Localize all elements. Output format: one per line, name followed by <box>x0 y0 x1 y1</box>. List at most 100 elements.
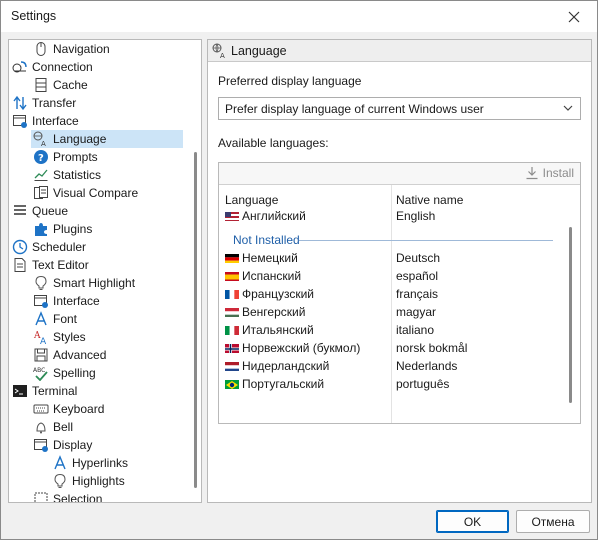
mouse-icon <box>33 41 49 57</box>
language-panel: A Language Preferred display language Pr… <box>207 39 592 503</box>
flag-hu-icon <box>225 307 239 317</box>
svg-text:ABC: ABC <box>33 367 45 374</box>
language-row[interactable]: Венгерский magyar <box>219 303 563 321</box>
tree-item-queue[interactable]: Queue <box>12 202 68 220</box>
languages-scrollbar[interactable] <box>569 227 572 403</box>
interface-icon <box>12 113 28 129</box>
svg-text:A: A <box>40 337 47 345</box>
tree-item-spelling[interactable]: ABC Spelling <box>33 364 96 382</box>
bulb-icon <box>52 473 68 489</box>
tree-item-bell[interactable]: Bell <box>33 418 73 436</box>
language-row[interactable]: Португальский português <box>219 375 563 393</box>
column-header-native-name[interactable]: Native name <box>396 193 463 207</box>
languages-toolbar: Install <box>219 163 580 185</box>
language-name: Английский <box>242 209 306 223</box>
tree-item-highlights[interactable]: Highlights <box>52 472 125 490</box>
install-button[interactable]: Install <box>525 166 574 180</box>
tree-item-selection[interactable]: Selection <box>33 490 103 503</box>
svg-text:?: ? <box>38 153 44 164</box>
tree-item-label: Keyboard <box>53 402 105 416</box>
tree-item-keyboard[interactable]: Keyboard <box>33 400 104 418</box>
tree-item-interface[interactable]: Interface <box>33 292 100 310</box>
tree-item-label: Visual Compare <box>53 186 139 200</box>
window-title: Settings <box>11 9 57 23</box>
tree-item-label: Connection <box>32 60 93 74</box>
tree-item-statistics[interactable]: Statistics <box>33 166 101 184</box>
display-icon <box>33 437 49 453</box>
tree-item-visual-compare[interactable]: Visual Compare <box>33 184 138 202</box>
language-name: Итальянский <box>242 323 314 337</box>
flag-no-icon <box>225 343 239 353</box>
language-name: Испанский <box>242 269 302 283</box>
tree-item-styles[interactable]: A A Styles <box>33 328 86 346</box>
panel-header: A Language <box>208 40 591 62</box>
selection-icon <box>33 491 49 502</box>
keyboard-icon <box>33 401 49 417</box>
tree-item-font[interactable]: Font <box>33 310 77 328</box>
terminal-icon <box>12 383 28 399</box>
tree-item-smart-highlight[interactable]: Smart Highlight <box>33 274 135 292</box>
bell-icon <box>33 419 49 435</box>
tree-scrollbar[interactable] <box>194 152 197 488</box>
tree-item-scheduler[interactable]: Scheduler <box>12 238 86 256</box>
download-icon <box>526 167 538 180</box>
group-divider <box>299 240 553 241</box>
tree-item-language[interactable]: A Language <box>31 130 183 148</box>
connection-icon <box>12 59 28 75</box>
tree-item-display[interactable]: Display <box>33 436 92 454</box>
cancel-button[interactable]: Отмена <box>516 510 590 533</box>
flag-br-icon <box>225 379 239 389</box>
native-name: magyar <box>396 305 437 319</box>
language-row[interactable]: Норвежский (букмол) norsk bokmål <box>219 339 563 357</box>
language-name: Венгерский <box>242 305 306 319</box>
native-name: español <box>396 269 439 283</box>
language-row[interactable]: Английский English <box>219 207 563 225</box>
title-bar: Settings <box>1 1 597 32</box>
display-language-dropdown[interactable]: Prefer display language of current Windo… <box>218 97 581 120</box>
tree-item-label: Prompts <box>53 150 98 164</box>
tree-item-connection[interactable]: Connection <box>12 58 93 76</box>
flag-it-icon <box>225 325 239 335</box>
tree-item-label: Selection <box>53 492 103 503</box>
tree-item-label: Styles <box>53 330 86 344</box>
close-button[interactable] <box>551 1 597 32</box>
column-header-language[interactable]: Language <box>225 193 278 207</box>
tree-item-cache[interactable]: Cache <box>33 76 88 94</box>
language-row[interactable]: Итальянский italiano <box>219 321 563 339</box>
available-languages-label: Available languages: <box>218 136 329 150</box>
tree-item-terminal[interactable]: Terminal <box>12 382 77 400</box>
chevron-down-icon <box>563 105 573 111</box>
flag-es-icon <box>225 271 239 281</box>
tree-item-label: Text Editor <box>32 258 89 272</box>
native-name: English <box>396 209 436 223</box>
tree-item-advanced[interactable]: Advanced <box>33 346 106 364</box>
queue-icon <box>12 203 28 219</box>
tree-item-label: Language <box>53 132 107 146</box>
settings-tree[interactable]: Selection Highlights Hyperlinks Display Bell… <box>8 39 202 503</box>
tree-item-interface[interactable]: Interface <box>12 112 79 130</box>
tree-item-prompts[interactable]: ? Prompts <box>33 148 98 166</box>
flag-fr-icon <box>225 289 239 299</box>
tree-item-label: Smart Highlight <box>53 276 136 290</box>
tree-item-label: Plugins <box>53 222 93 236</box>
close-icon <box>568 11 580 22</box>
language-name: Французский <box>242 287 314 301</box>
native-name: italiano <box>396 323 435 337</box>
language-row[interactable]: Немецкий Deutsch <box>219 249 563 267</box>
interface-icon <box>33 293 49 309</box>
tree-item-text-editor[interactable]: Text Editor <box>12 256 89 274</box>
languages-list[interactable]: Install Language Native name Not Install… <box>218 162 581 424</box>
compare-icon <box>33 185 49 201</box>
font-icon <box>52 455 68 471</box>
language-row[interactable]: Испанский español <box>219 267 563 285</box>
tree-item-label: Bell <box>53 420 74 434</box>
ok-button[interactable]: OK <box>436 510 509 533</box>
tree-item-hyperlinks[interactable]: Hyperlinks <box>52 454 128 472</box>
tree-item-plugins[interactable]: Plugins <box>33 220 92 238</box>
tree-item-label: Cache <box>53 78 88 92</box>
tree-item-navigation[interactable]: Navigation <box>33 40 110 58</box>
tree-item-transfer[interactable]: Transfer <box>12 94 76 112</box>
language-name: Норвежский (букмол) <box>242 341 361 355</box>
language-row[interactable]: Французский français <box>219 285 563 303</box>
language-row[interactable]: Нидерландский Nederlands <box>219 357 563 375</box>
